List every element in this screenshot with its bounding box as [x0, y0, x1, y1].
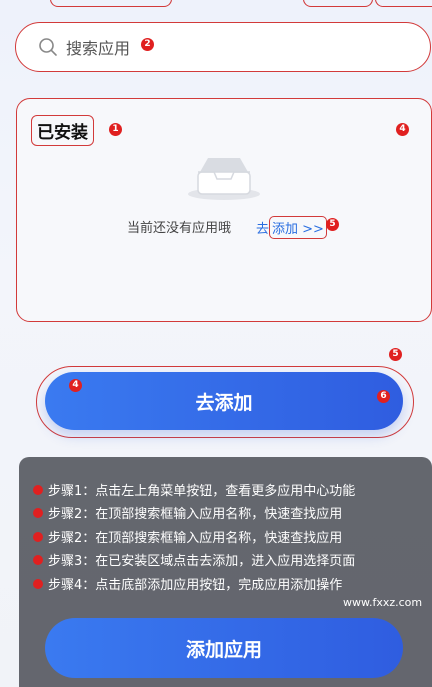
step-item: 步骤3：在已安装区域点击去添加，进入应用选择页面	[33, 550, 355, 569]
go-add-right-badge: 6	[377, 390, 390, 403]
step-item: 步骤4：点击底部添加应用按钮，完成应用添加操作	[33, 574, 342, 593]
installed-title-badge: 1	[109, 123, 122, 136]
installed-card-badge: 4	[396, 123, 409, 136]
empty-state-text: 当前还没有应用哦	[127, 221, 232, 236]
step-dot-icon	[33, 554, 43, 565]
installed-title: 已安装	[31, 115, 94, 146]
search-bar[interactable]	[15, 22, 431, 72]
step-item: 步骤1：点击左上角菜单按钮，查看更多应用中心功能	[33, 480, 355, 499]
add-link-prefix: 去	[256, 222, 270, 237]
search-badge: 2	[141, 38, 154, 51]
step-dot-icon	[33, 531, 43, 542]
step-dot-icon	[33, 484, 43, 495]
step-dot-icon	[33, 578, 43, 589]
top-right-edge-frame	[375, 0, 432, 7]
add-link-group: 去添加 >>	[256, 216, 327, 239]
step-dot-icon	[33, 507, 43, 518]
top-left-annotation-frame	[50, 0, 172, 7]
add-app-button[interactable]: 添加应用	[45, 618, 403, 678]
step-item: 步骤2：在顶部搜索框输入应用名称，快速查找应用	[33, 503, 342, 522]
watermark: www.fxxz.com	[343, 596, 423, 609]
empty-tray-icon	[188, 158, 260, 200]
top-right-annotation-frame	[303, 0, 373, 7]
step-item: 步骤2：在顶部搜索框输入应用名称，快速查找应用	[33, 527, 342, 546]
search-icon	[39, 38, 57, 56]
go-add-button[interactable]: 去添加	[45, 372, 403, 430]
search-input[interactable]	[66, 35, 266, 61]
add-link-badge: 5	[326, 218, 339, 231]
go-add-left-badge: 4	[69, 379, 82, 392]
go-add-frame-badge: 5	[389, 348, 402, 361]
add-link[interactable]: 添加 >>	[269, 216, 327, 239]
